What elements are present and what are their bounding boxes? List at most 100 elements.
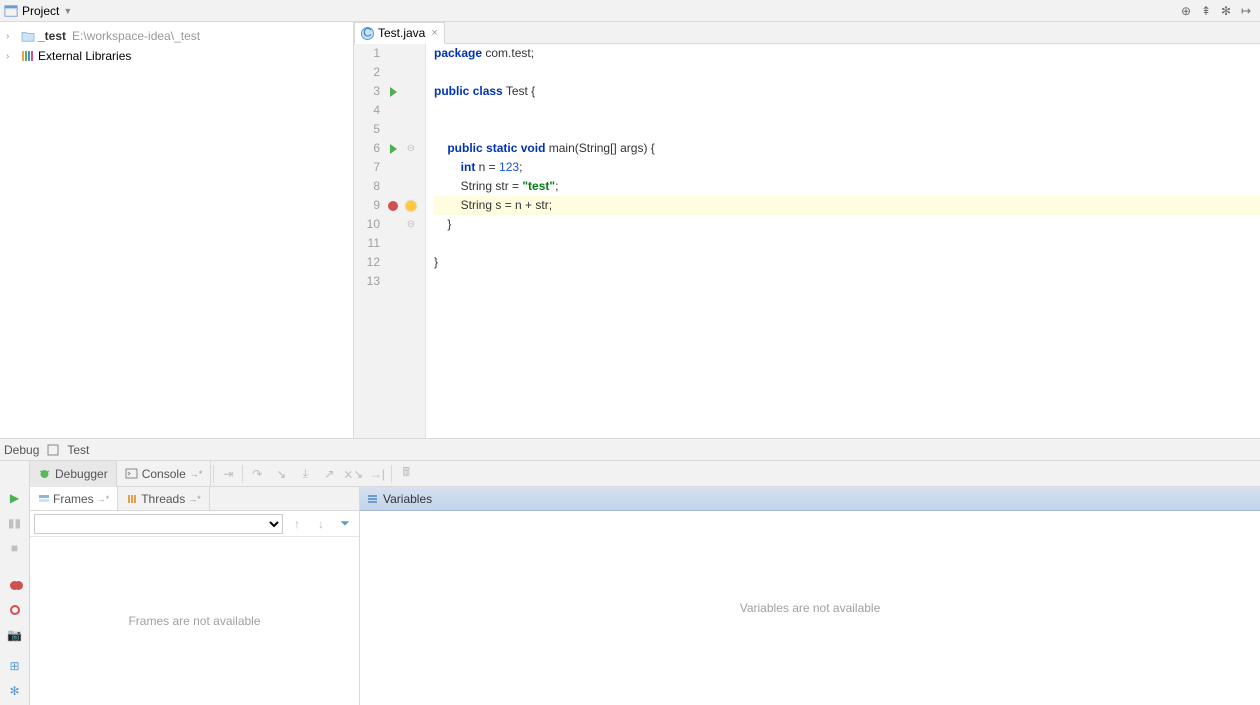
variables-header[interactable]: Variables bbox=[360, 487, 1260, 511]
text-token: String s = n + str; bbox=[434, 198, 552, 212]
view-breakpoints-button[interactable] bbox=[4, 574, 26, 596]
code-editor[interactable]: 123456⊖78910⊖111213 package com.test;pub… bbox=[354, 44, 1260, 438]
scroll-from-source-icon[interactable]: ⊕ bbox=[1176, 1, 1196, 21]
tree-external-libraries[interactable]: › External Libraries bbox=[0, 46, 353, 66]
test-label[interactable]: Test bbox=[67, 443, 89, 457]
library-icon bbox=[20, 49, 36, 63]
hide-icon[interactable]: ↦ bbox=[1236, 1, 1256, 21]
code-line[interactable] bbox=[434, 63, 1260, 82]
file-tab-test[interactable]: C Test.java × bbox=[354, 22, 445, 44]
svg-text:C: C bbox=[363, 27, 372, 40]
code-line[interactable]: } bbox=[434, 253, 1260, 272]
frames-icon bbox=[38, 493, 50, 505]
keyword-token: static bbox=[486, 141, 517, 155]
code-line[interactable] bbox=[434, 272, 1260, 291]
number-token: 123 bbox=[499, 160, 519, 174]
restore-layout-button[interactable]: ⊞ bbox=[4, 655, 26, 677]
gutter-line[interactable]: 8 bbox=[354, 177, 425, 196]
show-execution-point-button[interactable]: ⇥ bbox=[216, 462, 240, 486]
debugger-tab[interactable]: Debugger bbox=[30, 461, 117, 487]
evaluate-expression-button[interactable]: 🖩 bbox=[394, 462, 418, 486]
debugger-right: Debugger Console →* ⇥ ↷ ↘ ⤓ ↗ ⨯↘ →| 🖩 bbox=[30, 461, 1260, 705]
mute-breakpoints-button[interactable] bbox=[4, 599, 26, 621]
console-tab[interactable]: Console →* bbox=[117, 461, 212, 487]
threads-subtab[interactable]: Threads →* bbox=[118, 487, 210, 510]
debugger-tab-label: Debugger bbox=[55, 467, 108, 481]
chevron-right-icon: › bbox=[6, 51, 18, 62]
breakpoint-icon[interactable] bbox=[388, 201, 398, 211]
debug-label[interactable]: Debug bbox=[4, 443, 39, 457]
step-into-button[interactable]: ↘ bbox=[269, 462, 293, 486]
line-number: 6 bbox=[354, 139, 384, 158]
force-step-into-button[interactable]: ⤓ bbox=[293, 462, 317, 486]
code-line[interactable]: String str = "test"; bbox=[434, 177, 1260, 196]
code-content[interactable]: package com.test; public class Test { pub… bbox=[426, 44, 1260, 438]
fold-icon[interactable]: ⊖ bbox=[407, 139, 415, 158]
gutter-line[interactable]: 2 bbox=[354, 63, 425, 82]
code-line[interactable] bbox=[434, 101, 1260, 120]
run-icon[interactable] bbox=[390, 144, 397, 154]
keyword-token: class bbox=[473, 84, 503, 98]
console-tab-label: Console bbox=[142, 467, 186, 481]
drop-frame-button[interactable]: ⨯↘ bbox=[341, 462, 365, 486]
thread-selector[interactable] bbox=[34, 514, 283, 534]
debugger-controls: ▶ ▮▮ ■ 📷 ⊞ ✻ bbox=[0, 461, 30, 705]
project-view-selector[interactable]: Project ▼ bbox=[4, 4, 72, 18]
gutter-line[interactable]: 1 bbox=[354, 44, 425, 63]
line-number: 10 bbox=[354, 215, 384, 234]
fold-icon[interactable]: ⊖ bbox=[407, 215, 415, 234]
frames-subtab[interactable]: Frames →* bbox=[30, 487, 118, 510]
debugger-panel: ▶ ▮▮ ■ 📷 ⊞ ✻ Debugger Console →* ⇥ ↷ ↘ ⤓ bbox=[0, 460, 1260, 705]
close-tab-icon[interactable]: × bbox=[431, 27, 437, 39]
line-number: 4 bbox=[354, 101, 384, 120]
resume-button[interactable]: ▮▮ bbox=[4, 512, 26, 534]
code-line[interactable]: public static void main(String[] args) { bbox=[434, 139, 1260, 158]
bulb-slot bbox=[402, 201, 420, 211]
code-line[interactable]: package com.test; bbox=[434, 44, 1260, 63]
text-token bbox=[434, 141, 447, 155]
code-line[interactable]: int n = 123; bbox=[434, 158, 1260, 177]
code-line[interactable] bbox=[434, 234, 1260, 253]
collapse-all-icon[interactable]: ⇞ bbox=[1196, 1, 1216, 21]
debugger-tabs: Debugger Console →* ⇥ ↷ ↘ ⤓ ↗ ⨯↘ →| 🖩 bbox=[30, 461, 1260, 487]
gutter-line[interactable]: 5 bbox=[354, 120, 425, 139]
bug-icon bbox=[38, 467, 51, 480]
gutter-line[interactable]: 12 bbox=[354, 253, 425, 272]
run-marker bbox=[384, 144, 402, 154]
frames-empty-message: Frames are not available bbox=[30, 537, 359, 705]
variables-header-label: Variables bbox=[383, 492, 432, 506]
gutter-line[interactable]: 10 ⊖ bbox=[354, 215, 425, 234]
pin-icon: →* bbox=[188, 494, 201, 504]
gutter-line[interactable]: 11 bbox=[354, 234, 425, 253]
run-icon[interactable] bbox=[390, 87, 397, 97]
gutter-line[interactable]: 3 bbox=[354, 82, 425, 101]
gutter-line[interactable]: 13 bbox=[354, 272, 425, 291]
gutter-line[interactable]: 7 bbox=[354, 158, 425, 177]
gutter-line[interactable]: 4 bbox=[354, 101, 425, 120]
code-line[interactable]: String s = n + str; bbox=[434, 196, 1260, 215]
gutter-line[interactable]: 6⊖ bbox=[354, 139, 425, 158]
code-line[interactable] bbox=[434, 120, 1260, 139]
gutter-line[interactable]: 9 bbox=[354, 196, 425, 215]
text-token bbox=[434, 160, 461, 174]
get-thread-dump-button[interactable]: 📷 bbox=[4, 624, 26, 646]
next-frame-button[interactable]: ↓ bbox=[311, 514, 331, 534]
step-out-button[interactable]: ↗ bbox=[317, 462, 341, 486]
step-over-button[interactable]: ↷ bbox=[245, 462, 269, 486]
settings-button[interactable]: ✻ bbox=[4, 680, 26, 702]
stop-button[interactable]: ■ bbox=[4, 537, 26, 559]
rerun-button[interactable]: ▶ bbox=[4, 487, 26, 509]
run-to-cursor-button[interactable]: →| bbox=[365, 462, 389, 486]
variables-icon bbox=[366, 492, 379, 505]
intention-bulb-icon[interactable] bbox=[406, 201, 416, 211]
project-name: _test bbox=[38, 29, 66, 43]
code-line[interactable]: public class Test { bbox=[434, 82, 1260, 101]
code-line[interactable]: } bbox=[434, 215, 1260, 234]
tree-root-node[interactable]: › _test E:\workspace-idea\_test bbox=[0, 26, 353, 46]
line-number: 1 bbox=[354, 44, 384, 63]
filter-frames-button[interactable]: ⏷ bbox=[335, 514, 355, 534]
keyword-token: package bbox=[434, 46, 482, 60]
text-token: Test { bbox=[503, 84, 535, 98]
prev-frame-button[interactable]: ↑ bbox=[287, 514, 307, 534]
gear-icon[interactable]: ✻ bbox=[1216, 1, 1236, 21]
